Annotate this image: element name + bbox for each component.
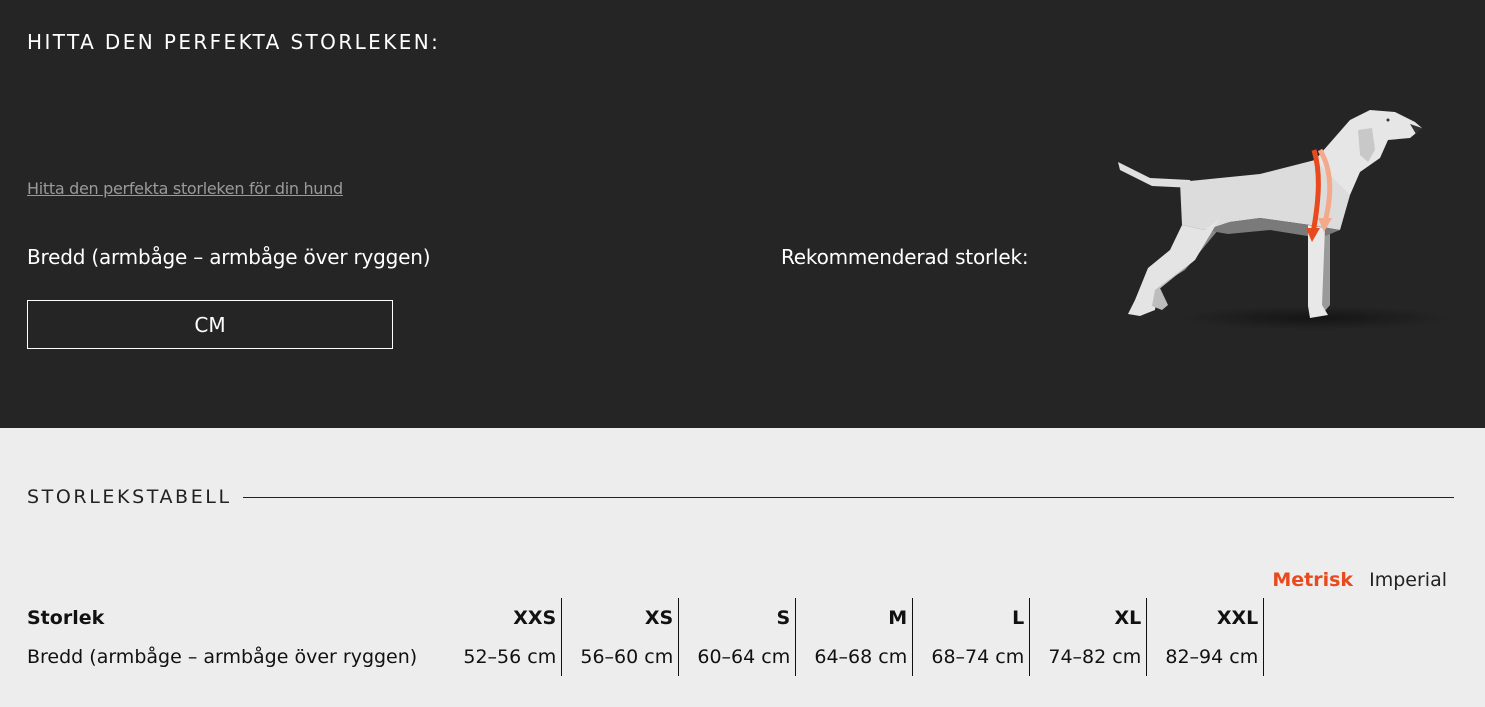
size-header-cell: XL [1029, 598, 1148, 637]
measurement-cell: 82–94 cm [1146, 637, 1265, 676]
size-finder-title: HITTA DEN PERFEKTA STORLEKEN: [27, 30, 441, 54]
unit-toggle: Metrisk Imperial [1272, 569, 1447, 591]
recommended-size-label: Rekommenderad storlek: [781, 245, 1029, 269]
header-size-label: Storlek [27, 606, 105, 629]
size-header-cell: XXL [1146, 598, 1265, 637]
measurement-cell: 52–56 cm [445, 637, 563, 676]
measurement-cell: 64–68 cm [795, 637, 914, 676]
measurement-cell: 56–60 cm [561, 637, 680, 676]
size-header-cell: M [795, 598, 914, 637]
cm-input[interactable] [28, 300, 392, 349]
size-header-cell: XS [561, 598, 680, 637]
measurement-cell: 68–74 cm [912, 637, 1031, 676]
size-table-section: STORLEKSTABELL Metrisk Imperial Storlek … [0, 428, 1485, 707]
measurement-cell: 74–82 cm [1029, 637, 1148, 676]
title-divider [243, 497, 1454, 498]
unit-imperial-option[interactable]: Imperial [1369, 569, 1447, 591]
table-header-row: Storlek XXS XS S M L XL XXL [27, 598, 1265, 637]
measure-label: Bredd (armbåge – armbåge över ryggen) [27, 245, 431, 269]
dog-measurement-illustration [1118, 110, 1450, 330]
unit-metric-option[interactable]: Metrisk [1272, 569, 1353, 591]
size-guide-link[interactable]: Hitta den perfekta storleken för din hun… [27, 179, 343, 198]
size-header-cell: L [912, 598, 1031, 637]
size-header-cell: S [678, 598, 797, 637]
table-row: Bredd (armbåge – armbåge över ryggen) 52… [27, 637, 1265, 676]
cm-input-box[interactable] [27, 300, 393, 349]
size-finder-section: HITTA DEN PERFEKTA STORLEKEN: Hitta den … [0, 0, 1485, 428]
measurement-cell: 60–64 cm [678, 637, 797, 676]
size-header-cell: XXS [445, 598, 563, 637]
row-measure-label: Bredd (armbåge – armbåge över ryggen) [27, 645, 418, 668]
size-table: Storlek XXS XS S M L XL XXL Bredd (armbå… [27, 598, 1265, 676]
size-table-title: STORLEKSTABELL [27, 486, 232, 508]
